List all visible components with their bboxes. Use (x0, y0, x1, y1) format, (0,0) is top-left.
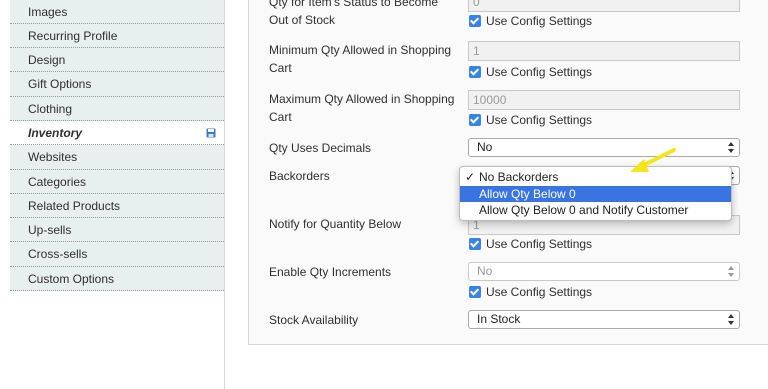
sidebar-item-label: Inventory (28, 125, 83, 140)
out-of-stock-config[interactable]: Use Config Settings (469, 14, 592, 28)
stock-availability-select[interactable]: In Stock (468, 310, 740, 329)
out-of-stock-input[interactable]: 0 (468, 0, 740, 12)
out-of-stock-label: Qty for Item's Status to Become Out of S… (269, 0, 439, 27)
option-label: No Backorders (479, 170, 559, 184)
checkbox[interactable] (469, 66, 481, 78)
min-qty-config[interactable]: Use Config Settings (469, 65, 592, 79)
sidebar-item-categories[interactable]: Categories (10, 169, 224, 194)
sidebar-item-up-sells[interactable]: Up-sells (10, 218, 224, 243)
sidebar-divider (224, 0, 225, 389)
sidebar-item-images[interactable]: Images (10, 0, 224, 24)
max-qty-label: Maximum Qty Allowed in Shopping Cart (269, 92, 455, 124)
sidebar-item-custom-options[interactable]: Custom Options (10, 266, 224, 292)
select-arrows-icon (728, 141, 734, 154)
select-arrows-icon (728, 313, 734, 326)
config-label: Use Config Settings (486, 237, 593, 251)
config-label: Use Config Settings (486, 65, 593, 79)
annotation-arrow-icon (630, 148, 676, 172)
sidebar-item-clothing[interactable]: Clothing (10, 96, 224, 121)
qty-decimals-label: Qty Uses Decimals (269, 141, 372, 155)
option-allow-qty-below-0-notify[interactable]: Allow Qty Below 0 and Notify Customer (460, 202, 731, 219)
max-qty-config[interactable]: Use Config Settings (469, 113, 592, 127)
qty-increments-select[interactable]: No (468, 262, 740, 281)
sidebar-item-design[interactable]: Design (10, 48, 224, 73)
qty-decimals-select[interactable]: No (468, 138, 740, 157)
sidebar-item-gift-options[interactable]: Gift Options (10, 72, 224, 97)
notify-below-label: Notify for Quantity Below (269, 217, 402, 231)
backorders-dropdown-list: ✓ No Backorders Allow Qty Below 0 Allow … (459, 166, 732, 221)
option-no-backorders[interactable]: ✓ No Backorders (460, 169, 731, 186)
notify-below-config[interactable]: Use Config Settings (469, 237, 592, 251)
qty-increments-config[interactable]: Use Config Settings (469, 285, 592, 299)
checkbox[interactable] (469, 286, 481, 298)
max-qty-input[interactable]: 10000 (468, 90, 740, 110)
select-value: In Stock (477, 312, 521, 326)
backorders-label: Backorders (269, 169, 330, 183)
select-value: No (477, 264, 493, 278)
select-arrows-icon (728, 265, 734, 278)
option-label: Allow Qty Below 0 and Notify Customer (479, 203, 689, 217)
sidebar-item-cross-sells[interactable]: Cross-sells (10, 242, 224, 267)
product-tabs-sidebar: Images Recurring Profile Design Gift Opt… (10, 0, 224, 292)
checkmark-icon: ✓ (465, 170, 476, 184)
min-qty-input[interactable]: 1 (468, 41, 740, 61)
checkbox[interactable] (469, 238, 481, 250)
config-label: Use Config Settings (486, 14, 593, 28)
config-label: Use Config Settings (486, 285, 593, 299)
checkbox[interactable] (469, 15, 481, 27)
save-icon (206, 128, 216, 138)
checkbox[interactable] (469, 114, 481, 126)
option-label: Allow Qty Below 0 (479, 186, 576, 201)
min-qty-label: Minimum Qty Allowed in Shopping Cart (269, 43, 452, 75)
sidebar-item-websites[interactable]: Websites (10, 145, 224, 170)
sidebar-item-inventory[interactable]: Inventory (10, 120, 224, 146)
config-label: Use Config Settings (486, 113, 593, 127)
qty-increments-label: Enable Qty Increments (269, 265, 392, 279)
option-allow-qty-below-0[interactable]: Allow Qty Below 0 (460, 185, 731, 202)
sidebar-item-recurring-profile[interactable]: Recurring Profile (10, 23, 224, 49)
select-value: No (477, 140, 493, 154)
sidebar-item-related-products[interactable]: Related Products (10, 193, 224, 219)
stock-availability-label: Stock Availability (269, 313, 359, 327)
